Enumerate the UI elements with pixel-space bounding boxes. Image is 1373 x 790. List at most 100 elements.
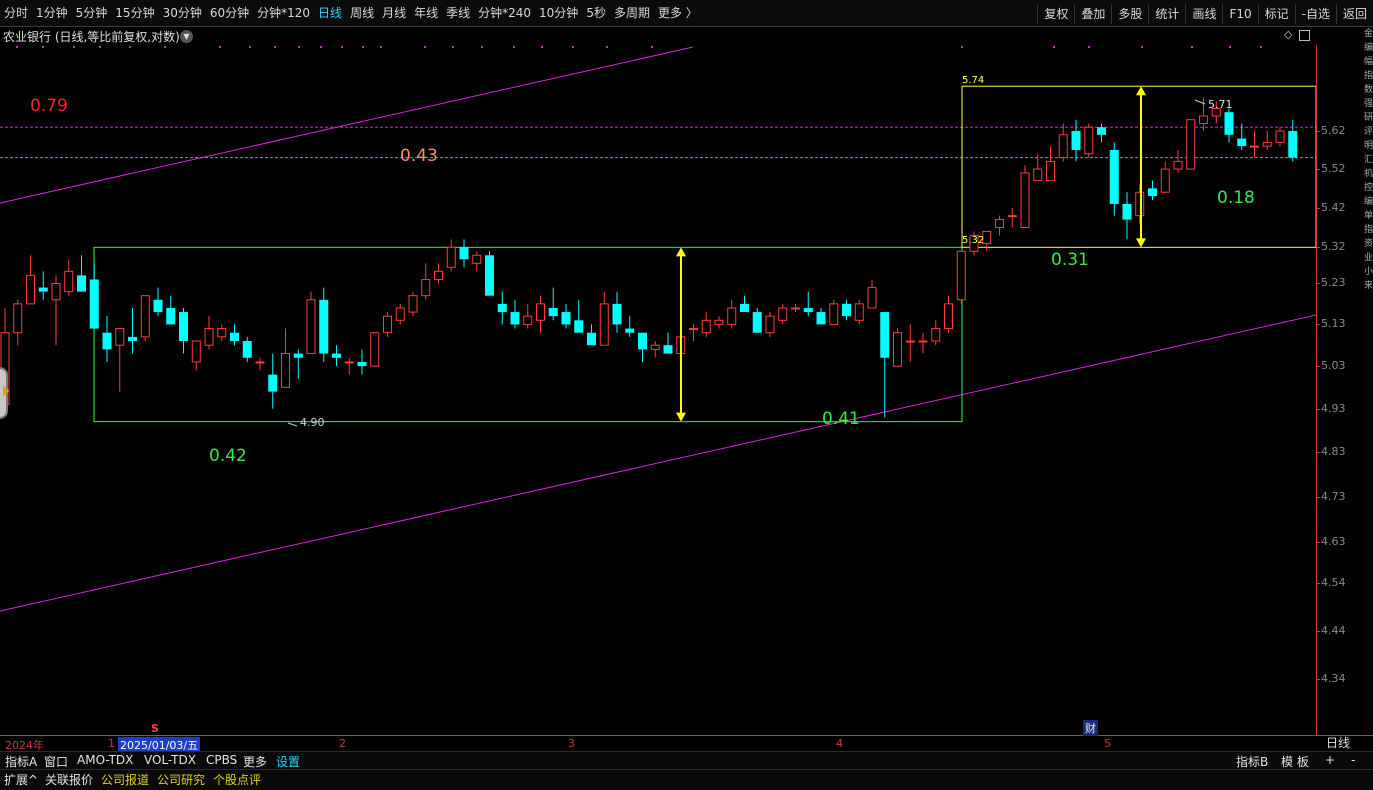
period-tab[interactable]: 5秒 — [582, 0, 610, 27]
candle — [523, 303, 533, 329]
minus-icon[interactable]: - — [1351, 753, 1355, 767]
period-tab[interactable]: 多周期 — [610, 0, 654, 27]
price-tick: 5.03 — [1321, 359, 1346, 373]
marker-dot — [481, 46, 483, 48]
price-axis: 5.62 5.52 5.42 5.32 5.23 5.13 5.03 4.93 4.83 4.73… — [1316, 45, 1364, 735]
marker-dot — [1053, 46, 1055, 48]
toolbar-button[interactable]: 画线 — [1185, 3, 1222, 24]
box2-bottom-marker: 5.32 — [962, 235, 984, 246]
tab-expand[interactable]: 扩展^ — [4, 771, 38, 788]
tab-stock-comments[interactable]: 个股点评 — [213, 771, 261, 788]
candle — [778, 303, 788, 325]
period-tab[interactable]: 10分钟 — [535, 0, 582, 27]
candle — [13, 299, 23, 346]
toolbar-button[interactable]: 复权 — [1037, 3, 1074, 24]
candle — [829, 299, 839, 325]
candle-body — [191, 340, 201, 363]
tab-company-reports[interactable]: 公司报道 — [101, 771, 149, 788]
period-tab[interactable]: 分钟*240 — [474, 0, 535, 27]
flag-s-icon[interactable]: S — [151, 722, 159, 735]
month-label: 3 — [568, 737, 575, 750]
candle-body — [1224, 112, 1234, 135]
candle-body — [1046, 160, 1055, 182]
tab-template[interactable]: 模 板 — [1281, 753, 1309, 770]
period-tab[interactable]: 分钟*120 — [253, 0, 314, 27]
period-label[interactable]: 日线 — [1316, 735, 1373, 751]
range-boxes — [93, 85, 1316, 423]
candle — [956, 250, 966, 304]
earnings-flag-icon[interactable]: 财 — [1083, 720, 1098, 736]
candle — [459, 239, 469, 268]
period-tab[interactable]: 周线 — [346, 0, 378, 27]
tick-mark — [1317, 131, 1320, 132]
tab-related-quotes[interactable]: 关联报价 — [45, 771, 93, 788]
candle-body — [421, 278, 431, 297]
period-tab[interactable]: 更多 〉 — [654, 0, 702, 27]
marker-dot — [73, 46, 75, 48]
marker-dot — [164, 46, 166, 48]
candle-body — [166, 307, 176, 325]
period-tab[interactable]: 1分钟 — [32, 0, 72, 27]
scroll-handle[interactable] — [0, 367, 9, 419]
toolbar-button[interactable]: 统计 — [1148, 3, 1185, 24]
period-tab[interactable]: 季线 — [442, 0, 474, 27]
toolbar-button[interactable]: F10 — [1222, 3, 1257, 24]
candle — [1084, 123, 1094, 158]
toolbar-button[interactable]: 多股 — [1111, 3, 1148, 24]
toolbar-button[interactable]: -自选 — [1294, 3, 1336, 24]
price-tick: 4.93 — [1321, 401, 1346, 415]
period-tab[interactable]: 30分钟 — [159, 0, 206, 27]
tab-more[interactable]: 更多 — [243, 753, 267, 770]
toolbar-button[interactable]: 叠加 — [1074, 3, 1111, 24]
candle-body — [1071, 131, 1081, 150]
side-strip-char: 指 — [1364, 71, 1373, 81]
candle — [650, 341, 660, 358]
tick-mark — [1317, 324, 1320, 326]
period-tab[interactable]: 年线 — [410, 0, 442, 27]
side-strip-char: 单 — [1364, 211, 1373, 221]
tab-window[interactable]: 窗口 — [44, 753, 68, 770]
period-tab[interactable]: 60分钟 — [206, 0, 253, 27]
kline-chart[interactable]: 0.79 0.43 0.42 0.41 0.31 0.18 4.90 5.74 5.32 5.71 — [0, 45, 1316, 735]
period-tab[interactable]: 分时 — [0, 0, 32, 27]
tab-indicator-b[interactable]: 指标B — [1236, 753, 1268, 770]
candle-body — [1058, 134, 1068, 159]
candle-body — [842, 303, 851, 317]
add-icon[interactable]: + — [1325, 753, 1335, 767]
tab-vol-tdx[interactable]: VOL-TDX — [144, 753, 196, 767]
function-buttons: 复权 叠加 多股 统计 画线 F10 标记 -自选 返回 — [1037, 0, 1373, 27]
candle — [268, 353, 278, 409]
period-tab[interactable]: 15分钟 — [111, 0, 158, 27]
candle — [306, 291, 316, 355]
candle — [128, 307, 137, 354]
tab-indicator-a[interactable]: 指标A — [5, 753, 37, 770]
period-tab[interactable]: 5分钟 — [72, 0, 112, 27]
tab-company-research[interactable]: 公司研究 — [157, 771, 205, 788]
chevron-down-icon[interactable]: ▼ — [180, 30, 193, 43]
tab-amo-tdx[interactable]: AMO-TDX — [77, 753, 133, 767]
candle — [1160, 161, 1170, 193]
candle-body — [854, 303, 864, 321]
candle — [1122, 192, 1132, 240]
period-tab[interactable]: 月线 — [378, 0, 410, 27]
price-tick: 5.32 — [1321, 240, 1346, 254]
candle-body — [395, 307, 405, 321]
candle-body — [268, 374, 278, 392]
price-tick: 4.54 — [1321, 576, 1346, 590]
tab-settings[interactable]: 设置 — [276, 753, 300, 770]
candle — [1071, 119, 1081, 162]
arrow-head — [676, 247, 686, 257]
toolbar-button[interactable]: 返回 — [1335, 3, 1373, 24]
candle — [740, 295, 749, 313]
candle — [472, 251, 482, 272]
side-strip-char: 幅 — [1364, 57, 1373, 67]
candle — [1224, 108, 1234, 143]
candle — [115, 328, 125, 392]
tab-cpbs[interactable]: CPBS — [206, 753, 237, 767]
period-tab[interactable]: 日线 — [314, 0, 346, 27]
candle-body — [51, 282, 61, 301]
candle — [51, 275, 61, 346]
window-restore-icon[interactable] — [1299, 30, 1310, 41]
toolbar-button[interactable]: 标记 — [1257, 3, 1295, 24]
diamond-icon[interactable]: ◇ — [1284, 28, 1292, 41]
